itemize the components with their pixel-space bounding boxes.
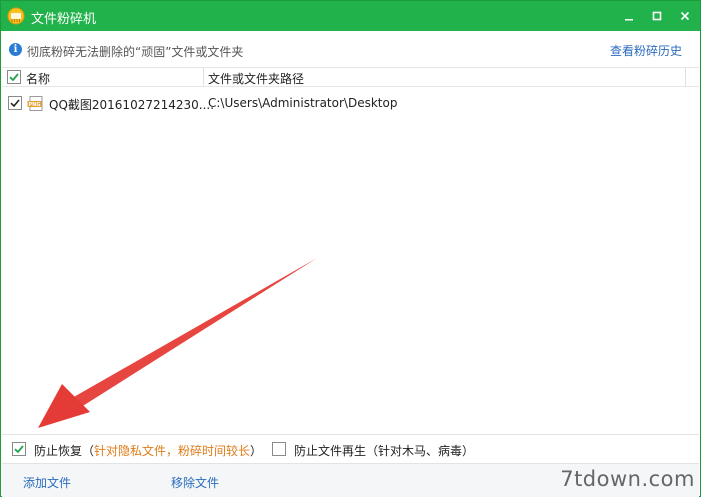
png-file-icon: PNG: [27, 96, 45, 111]
prevent-regen-checkbox[interactable]: [272, 442, 286, 456]
close-icon: [680, 11, 690, 21]
view-history-link[interactable]: 查看粉碎历史: [610, 42, 682, 59]
prevent-regen-note: 针对木马、病毒: [378, 444, 463, 458]
paren-close: ）: [250, 444, 263, 458]
prevent-recovery-checkbox[interactable]: [12, 442, 26, 456]
minimize-icon: [625, 19, 633, 21]
select-all-checkbox[interactable]: [7, 70, 21, 84]
check-icon: [9, 73, 19, 82]
prevent-recovery-note: 针对隐私文件，粉碎时间较长: [94, 444, 251, 458]
info-icon: i: [9, 43, 22, 56]
check-icon: [14, 445, 24, 454]
check-icon: [10, 99, 20, 108]
svg-text:PNG: PNG: [29, 102, 41, 108]
column-header-name[interactable]: 名称: [26, 70, 50, 87]
add-file-button[interactable]: 添加文件: [23, 474, 71, 491]
close-button[interactable]: [671, 1, 699, 31]
table-row[interactable]: PNG QQ截图20161027214230.... C:\Users\Admi…: [2, 93, 699, 113]
remove-file-button[interactable]: 移除文件: [171, 474, 219, 491]
row-checkbox[interactable]: [8, 96, 22, 110]
paren-close: ）: [462, 444, 475, 458]
maximize-button[interactable]: [643, 1, 671, 31]
info-text: 彻底粉碎无法删除的“顽固”文件或文件夹: [27, 45, 244, 59]
file-shredder-window: 文件粉碎机 i 彻底粉碎无法删除的“顽固”文件或文件夹 查看粉碎历史 名称 文件…: [0, 0, 701, 497]
column-header-path[interactable]: 文件或文件夹路径: [208, 70, 304, 87]
file-table-body: PNG QQ截图20161027214230.... C:\Users\Admi…: [2, 88, 699, 433]
option-bar: 防止恢复（针对隐私文件，粉碎时间较长） 防止文件再生（针对木马、病毒）: [2, 434, 699, 462]
title-bar[interactable]: 文件粉碎机: [1, 1, 700, 31]
watermark-text: 7tdown.com: [560, 467, 695, 491]
window-title: 文件粉碎机: [31, 12, 97, 27]
shredder-app-icon: [7, 7, 25, 25]
file-table-header: 名称 文件或文件夹路径: [2, 67, 699, 87]
prevent-recovery-label[interactable]: 防止恢复（针对隐私文件，粉碎时间较长）: [34, 442, 262, 459]
prevent-recovery-text: 防止恢复: [34, 444, 83, 458]
prevent-regen-text: 防止文件再生: [294, 444, 367, 458]
prevent-regen-label[interactable]: 防止文件再生（针对木马、病毒）: [294, 442, 474, 459]
minimize-button[interactable]: [615, 1, 643, 31]
maximize-icon: [652, 11, 662, 21]
paren-open: （: [366, 444, 379, 458]
info-bar: i 彻底粉碎无法删除的“顽固”文件或文件夹 查看粉碎历史: [1, 31, 700, 67]
column-divider[interactable]: [685, 68, 686, 86]
row-file-path: C:\Users\Administrator\Desktop: [208, 96, 398, 110]
row-file-name: QQ截图20161027214230....: [49, 98, 215, 112]
paren-open: （: [82, 444, 95, 458]
column-divider[interactable]: [203, 68, 204, 86]
